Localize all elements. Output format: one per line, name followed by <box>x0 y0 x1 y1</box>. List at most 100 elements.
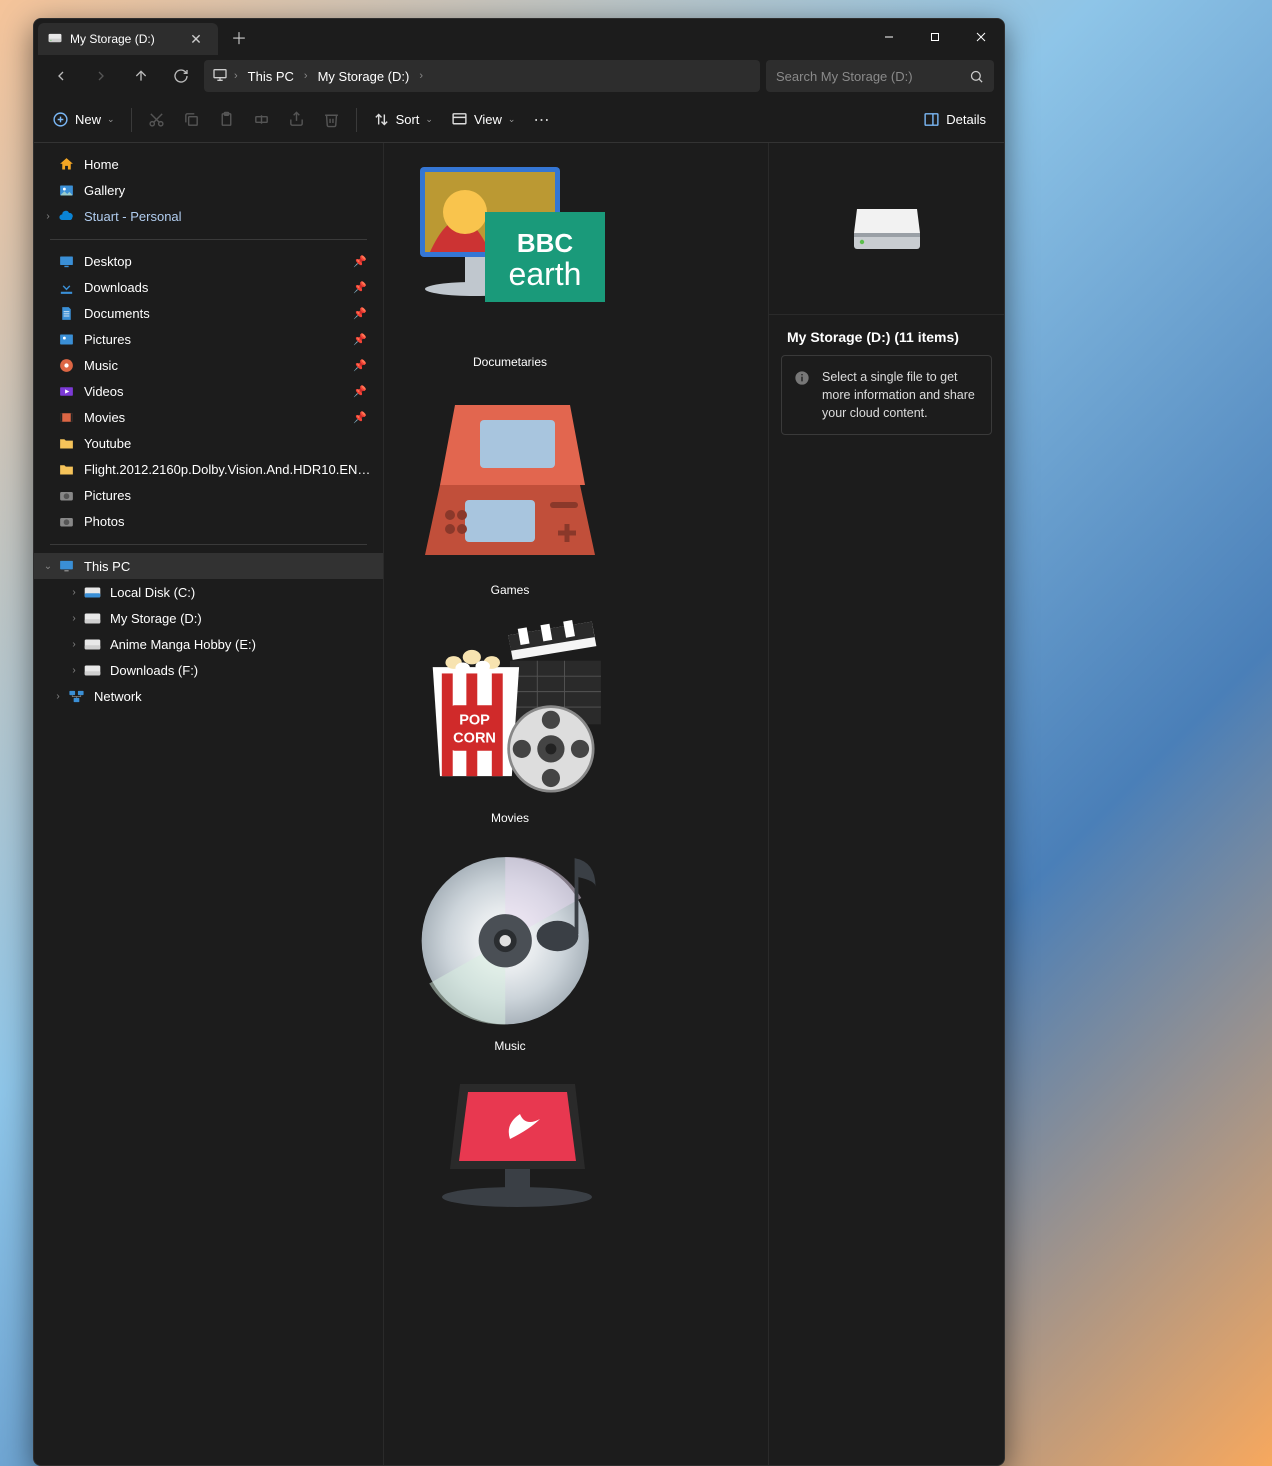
folder-icon-movies: POP CORN <box>410 613 610 803</box>
chevron-right-icon[interactable]: › <box>66 665 82 676</box>
folder-icon-music <box>410 841 610 1031</box>
forward-button[interactable] <box>84 61 118 91</box>
window-tab[interactable]: My Storage (D:) ✕ <box>38 23 218 55</box>
sidebar-item-pictures2[interactable]: Pictures <box>34 482 383 508</box>
pin-icon: 📌 <box>353 333 373 346</box>
file-item-movies[interactable]: POP CORN Movies <box>400 613 620 825</box>
tab-title: My Storage (D:) <box>70 32 176 46</box>
sidebar-item-this-pc[interactable]: ⌄ This PC <box>34 553 383 579</box>
more-button[interactable]: ⋯ <box>525 104 559 136</box>
sidebar-item-home[interactable]: Home <box>34 151 383 177</box>
chevron-down-icon: ⌄ <box>107 114 115 125</box>
movies-icon <box>58 409 75 426</box>
file-item-music[interactable]: Music <box>400 841 620 1053</box>
rename-button[interactable] <box>245 104 278 136</box>
share-button[interactable] <box>280 104 313 136</box>
chevron-right-icon[interactable]: › <box>50 691 66 702</box>
monitor-icon <box>212 67 228 86</box>
sidebar-item-desktop[interactable]: Desktop 📌 <box>34 248 383 274</box>
sidebar-item-drive-d[interactable]: › My Storage (D:) <box>34 605 383 631</box>
search-icon <box>969 69 984 84</box>
sidebar-item-videos[interactable]: Videos 📌 <box>34 378 383 404</box>
breadcrumb-this-pc[interactable]: This PC <box>244 67 298 86</box>
new-tab-button[interactable]: ＋ <box>224 22 254 52</box>
refresh-button[interactable] <box>164 61 198 91</box>
drive-icon <box>852 207 922 251</box>
delete-button[interactable] <box>315 104 348 136</box>
folder-icon <box>58 461 75 478</box>
file-list[interactable]: BBC earth Documetaries <box>384 143 768 1465</box>
content-area: Home Gallery › Stuart - Personal Desktop… <box>34 143 1004 1465</box>
drive-icon <box>84 610 101 627</box>
sidebar-item-photos[interactable]: Photos <box>34 508 383 534</box>
pin-icon: 📌 <box>353 359 373 372</box>
sidebar-item-drive-f[interactable]: › Downloads (F:) <box>34 657 383 683</box>
sidebar-item-youtube[interactable]: Youtube <box>34 430 383 456</box>
chevron-right-icon[interactable]: › <box>66 587 82 598</box>
new-button[interactable]: New ⌄ <box>44 104 123 136</box>
sidebar-item-drive-e[interactable]: › Anime Manga Hobby (E:) <box>34 631 383 657</box>
sidebar-item-personal[interactable]: › Stuart - Personal <box>34 203 383 229</box>
chevron-right-icon[interactable]: › <box>66 639 82 650</box>
minimize-button[interactable] <box>866 19 912 55</box>
pin-icon: 📌 <box>353 281 373 294</box>
sidebar-item-movies[interactable]: Movies 📌 <box>34 404 383 430</box>
address-bar[interactable]: › This PC › My Storage (D:) › <box>204 60 760 92</box>
up-button[interactable] <box>124 61 158 91</box>
svg-text:CORN: CORN <box>453 731 496 747</box>
pin-icon: 📌 <box>353 255 373 268</box>
monitor-icon <box>58 558 75 575</box>
navigation-bar: › This PC › My Storage (D:) › Search My … <box>34 55 1004 97</box>
pictures-icon <box>58 331 75 348</box>
chevron-right-icon[interactable]: › <box>66 613 82 624</box>
svg-text:BBC: BBC <box>517 228 574 258</box>
sort-button[interactable]: Sort ⌄ <box>365 104 441 136</box>
chevron-right-icon: › <box>234 70 238 82</box>
file-item-documentaries[interactable]: BBC earth Documetaries <box>400 157 620 369</box>
info-icon <box>794 370 810 386</box>
svg-text:POP: POP <box>459 712 490 728</box>
details-title: My Storage (D:) (11 items) <box>769 315 1004 355</box>
search-input[interactable]: Search My Storage (D:) <box>766 60 994 92</box>
camera-icon <box>58 513 75 530</box>
back-button[interactable] <box>44 61 78 91</box>
copy-button[interactable] <box>175 104 208 136</box>
cut-button[interactable] <box>140 104 173 136</box>
home-icon <box>58 156 75 173</box>
file-item-next[interactable] <box>400 1069 620 1209</box>
sidebar-item-downloads[interactable]: Downloads 📌 <box>34 274 383 300</box>
titlebar: My Storage (D:) ✕ ＋ <box>34 19 1004 55</box>
tab-close-button[interactable]: ✕ <box>184 27 208 51</box>
sidebar-item-pictures[interactable]: Pictures 📌 <box>34 326 383 352</box>
chevron-right-icon[interactable]: › <box>40 211 56 222</box>
close-button[interactable] <box>958 19 1004 55</box>
breadcrumb-current[interactable]: My Storage (D:) <box>314 67 414 86</box>
view-button[interactable]: View ⌄ <box>443 104 524 136</box>
drive-icon <box>48 31 62 48</box>
details-info-box: Select a single file to get more informa… <box>781 355 992 435</box>
sidebar-item-music[interactable]: Music 📌 <box>34 352 383 378</box>
sidebar-item-documents[interactable]: Documents 📌 <box>34 300 383 326</box>
camera-icon <box>58 487 75 504</box>
folder-icon-documentaries: BBC earth <box>410 157 610 347</box>
sidebar-item-drive-c[interactable]: › Local Disk (C:) <box>34 579 383 605</box>
videos-icon <box>58 383 75 400</box>
network-icon <box>68 688 85 705</box>
sidebar-item-network[interactable]: › Network <box>34 683 383 709</box>
drive-icon <box>84 636 101 653</box>
details-toggle-button[interactable]: Details <box>915 104 994 136</box>
drive-icon <box>84 584 101 601</box>
gallery-icon <box>58 182 75 199</box>
sidebar-item-gallery[interactable]: Gallery <box>34 177 383 203</box>
chevron-down-icon[interactable]: ⌄ <box>40 561 56 572</box>
sidebar-item-flight[interactable]: Flight.2012.2160p.Dolby.Vision.And.HDR10… <box>34 456 383 482</box>
maximize-button[interactable] <box>912 19 958 55</box>
search-placeholder: Search My Storage (D:) <box>776 69 969 84</box>
svg-text:earth: earth <box>509 256 582 292</box>
pin-icon: 📌 <box>353 411 373 424</box>
paste-button[interactable] <box>210 104 243 136</box>
music-icon <box>58 357 75 374</box>
file-item-games[interactable]: Games <box>400 385 620 597</box>
details-info-text: Select a single file to get more informa… <box>822 368 979 422</box>
details-pane: My Storage (D:) (11 items) Select a sing… <box>768 143 1004 1465</box>
